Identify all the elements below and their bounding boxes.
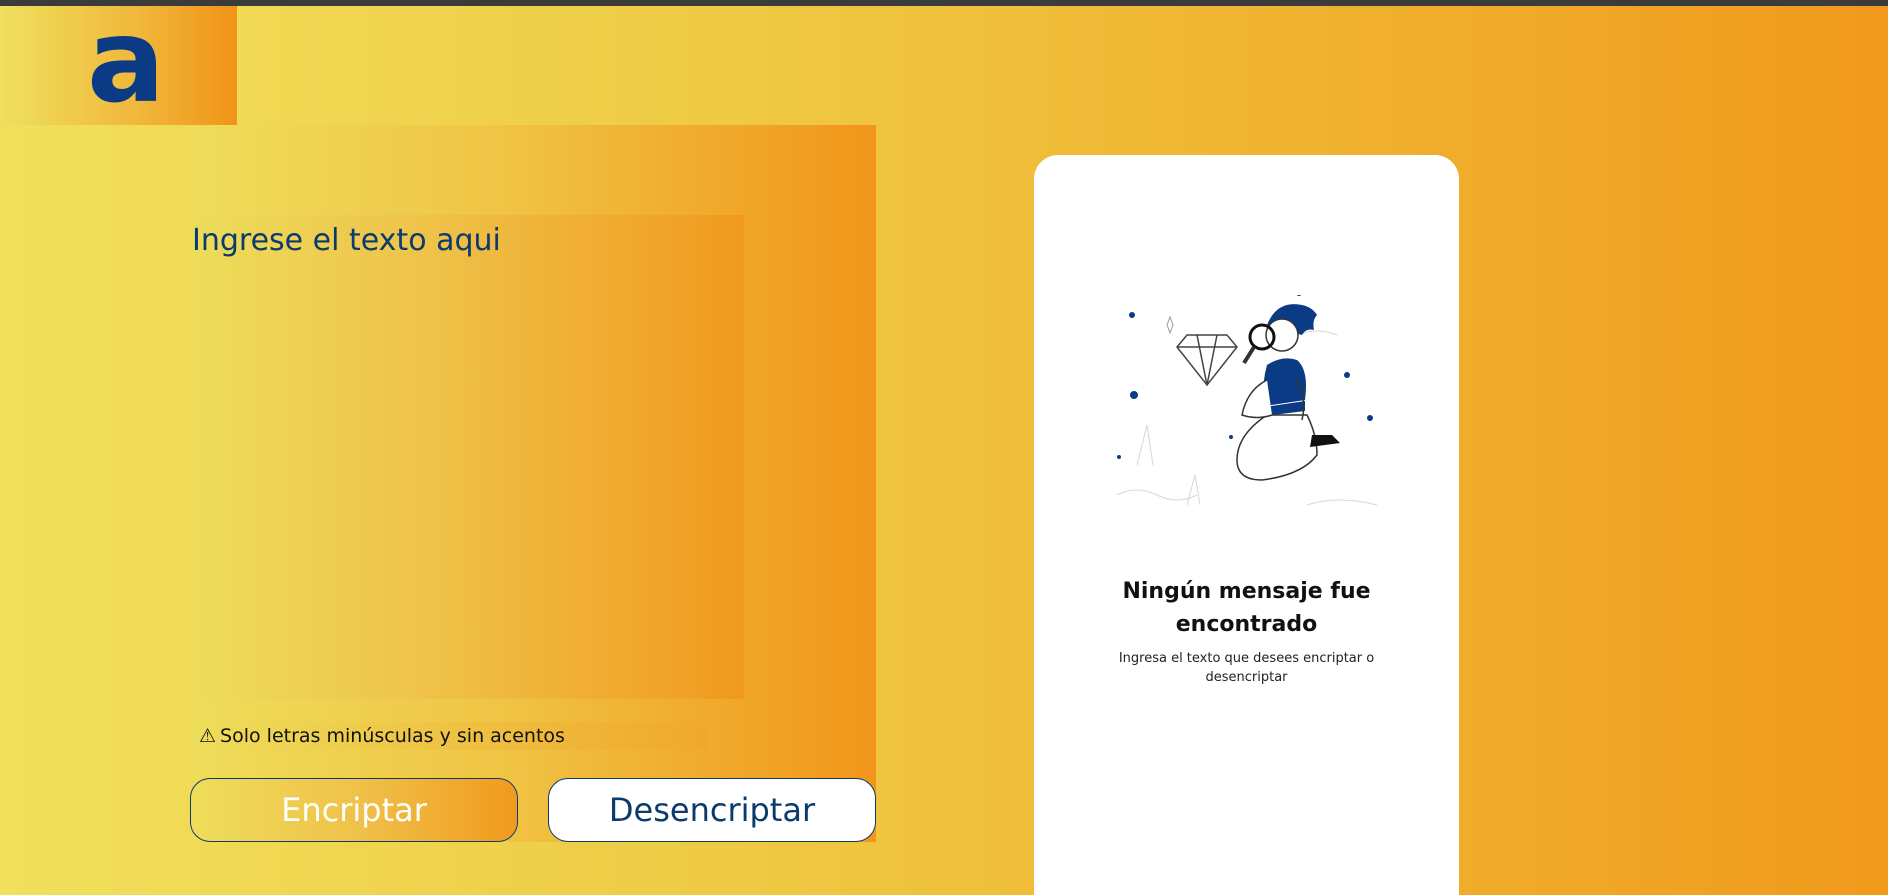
logo-container: a bbox=[0, 0, 237, 129]
warning-text: Solo letras minúsculas y sin acentos bbox=[220, 725, 565, 747]
decrypt-button[interactable]: Desencriptar bbox=[548, 778, 876, 842]
warning-icon: ⚠ bbox=[199, 725, 217, 747]
search-illustration bbox=[1116, 295, 1378, 506]
output-title: Ningún mensaje fue encontrado bbox=[1122, 579, 1371, 637]
window-top-bar bbox=[0, 0, 1888, 6]
logo: a bbox=[86, 0, 166, 129]
output-panel: Ningún mensaje fue encontrado Ingresa el… bbox=[1034, 155, 1459, 895]
warning-message: ⚠ Solo letras minúsculas y sin acentos bbox=[193, 722, 707, 750]
output-subtitle: Ingresa el texto que desees encriptar o … bbox=[1118, 651, 1375, 685]
encrypt-button[interactable]: Encriptar bbox=[190, 778, 518, 842]
text-input[interactable] bbox=[190, 215, 744, 699]
